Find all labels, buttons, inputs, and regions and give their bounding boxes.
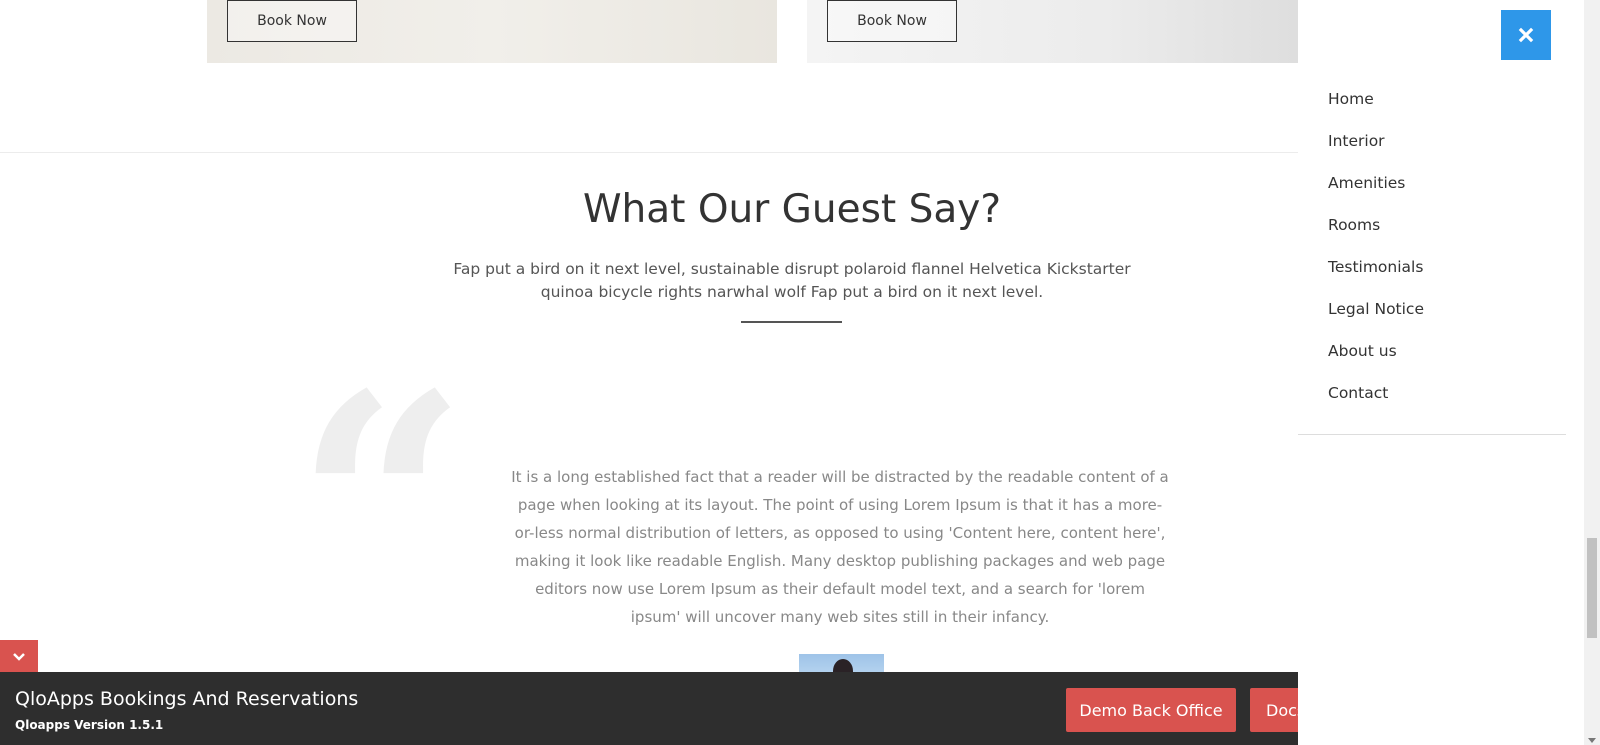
demo-bar-title: QloApps Bookings And Reservations — [15, 688, 359, 710]
menu-item-testimonials[interactable]: Testimonials — [1328, 253, 1424, 295]
page-scrollbar[interactable] — [1584, 0, 1600, 745]
menu-item-interior[interactable]: Interior — [1328, 127, 1424, 169]
menu-item-amenities[interactable]: Amenities — [1328, 169, 1424, 211]
nav-menu: Home Interior Amenities Rooms Testimonia… — [1328, 85, 1424, 421]
book-now-button[interactable]: Book Now — [227, 0, 357, 42]
section-divider — [0, 152, 1298, 153]
close-icon — [1518, 27, 1534, 43]
menu-item-contact[interactable]: Contact — [1328, 379, 1424, 421]
testimonial-text: It is a long established fact that a rea… — [511, 468, 1169, 626]
chevron-down-icon — [13, 652, 25, 661]
guest-avatar — [799, 654, 884, 674]
quote-mark-icon: “ — [295, 328, 468, 681]
demo-bar-version: Qloapps Version 1.5.1 — [15, 718, 164, 732]
menu-item-legal-notice[interactable]: Legal Notice — [1328, 295, 1424, 337]
close-menu-button[interactable] — [1501, 10, 1551, 60]
menu-item-home[interactable]: Home — [1328, 85, 1424, 127]
demo-back-office-button[interactable]: Demo Back Office — [1066, 688, 1236, 732]
collapse-bar-button[interactable] — [0, 640, 38, 673]
room-card: Book Now — [207, 0, 777, 63]
scroll-down-arrow-icon[interactable] — [1588, 738, 1596, 743]
section-subtitle: Fap put a bird on it next level, sustain… — [453, 260, 1131, 301]
scrollbar-thumb[interactable] — [1587, 538, 1597, 638]
menu-item-about-us[interactable]: About us — [1328, 337, 1424, 379]
demo-bar: QloApps Bookings And Reservations Qloapp… — [0, 672, 1370, 745]
menu-divider — [1298, 434, 1566, 435]
nav-menu-panel: Home Interior Amenities Rooms Testimonia… — [1298, 0, 1566, 745]
room-card: Book Now — [807, 0, 1298, 63]
menu-item-rooms[interactable]: Rooms — [1328, 211, 1424, 253]
book-now-button[interactable]: Book Now — [827, 0, 957, 42]
title-underline — [741, 321, 842, 323]
